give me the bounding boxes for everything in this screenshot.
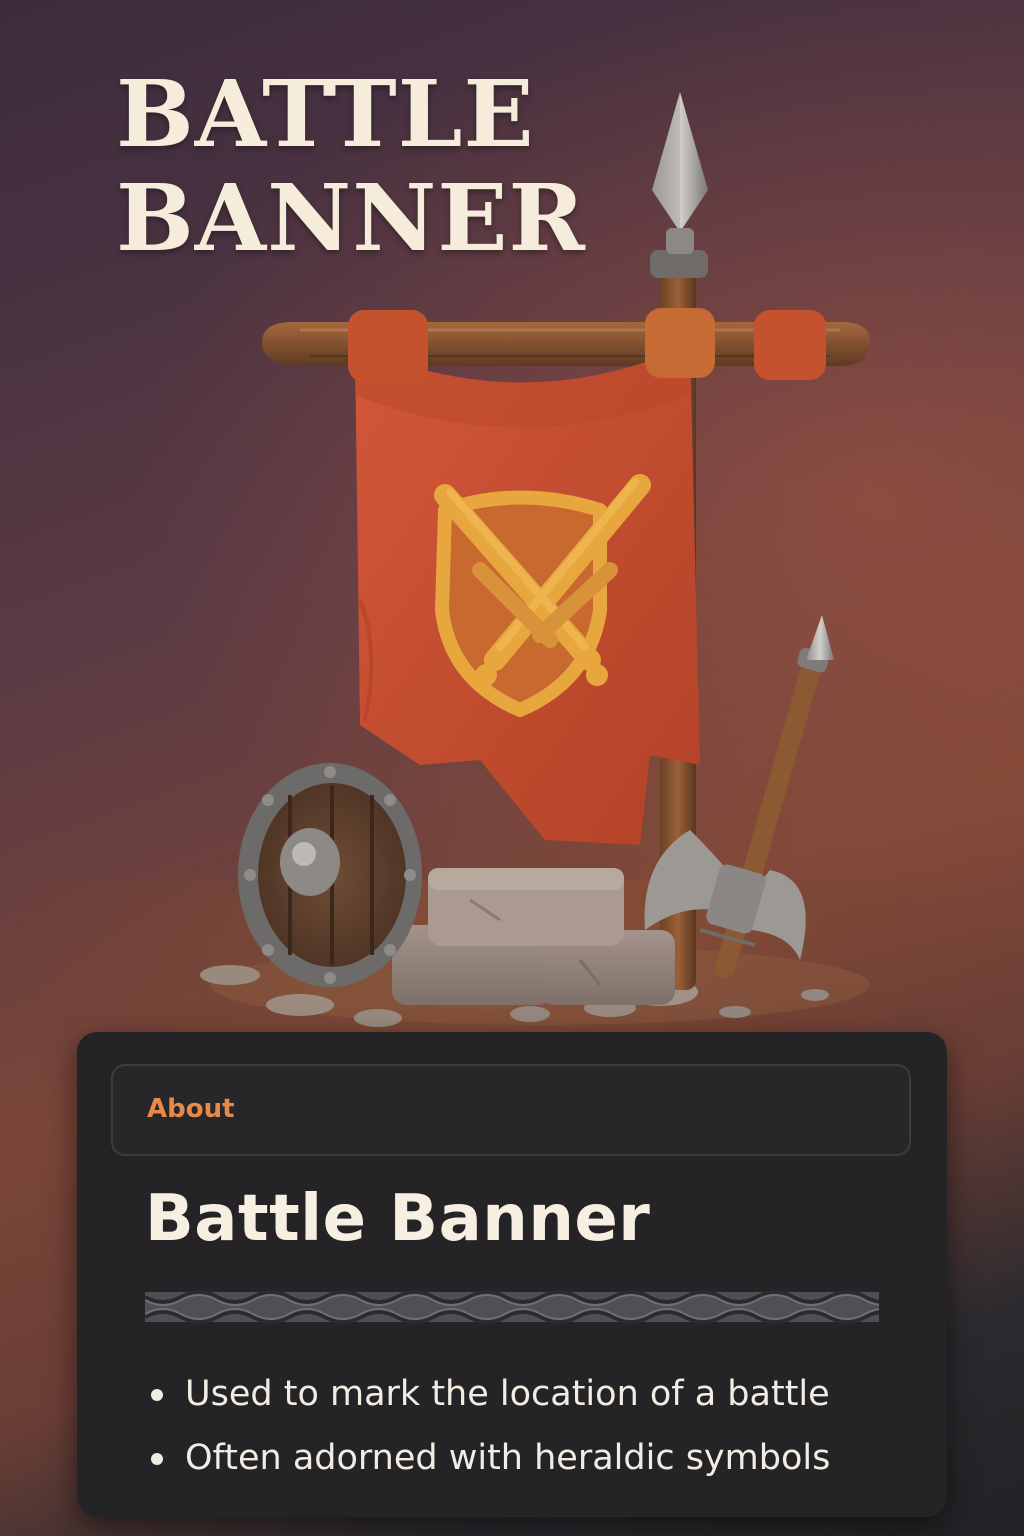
round-shield-icon [238,763,422,987]
fact-list: Used to mark the location of a battle Of… [145,1362,830,1490]
tab-about-label: About [147,1094,235,1124]
list-item: Often adorned with heraldic symbols [145,1426,830,1490]
card-title: Battle Banner [145,1182,651,1256]
stone-blocks [392,868,675,1005]
info-card: About Battle Banner Used to mark the loc… [77,1032,947,1517]
battle-banner-illustration [200,92,871,1027]
tab-about[interactable]: About [111,1064,911,1156]
celtic-knot-divider [145,1290,879,1324]
list-item: Used to mark the location of a battle [145,1362,830,1426]
